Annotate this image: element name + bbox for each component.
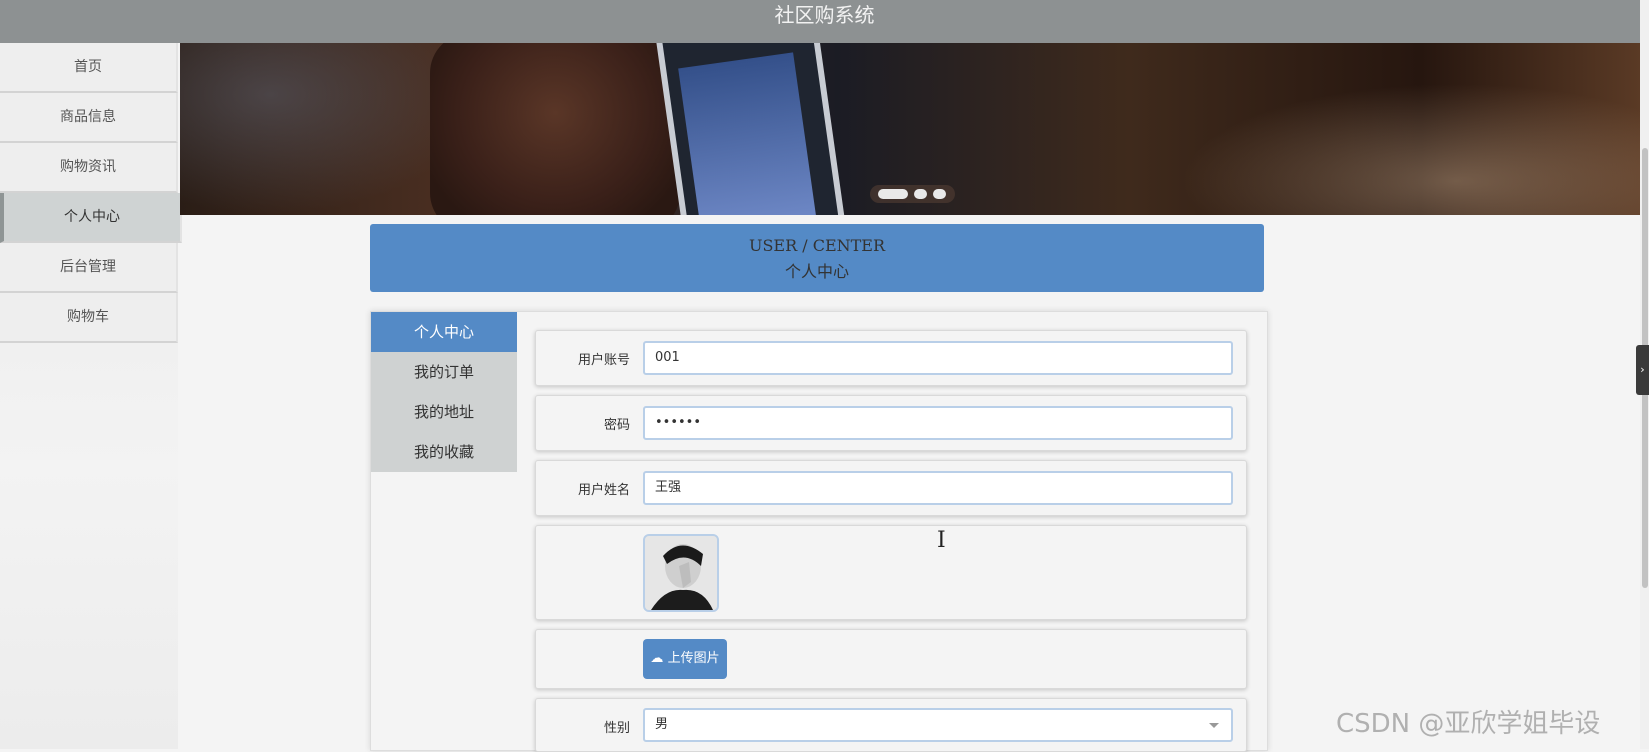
account-label: 用户账号 <box>577 353 630 368</box>
sidebar-item-home[interactable]: 首页 <box>0 43 178 93</box>
tab-my-favorites[interactable]: 我的收藏 <box>371 432 517 472</box>
form-row-name: 用户姓名 王强 <box>535 460 1247 516</box>
carousel-dot-3[interactable] <box>933 189 946 199</box>
gender-select[interactable]: 男 <box>643 708 1233 742</box>
carousel-indicators <box>870 185 955 203</box>
section-header-cn: 个人中心 <box>784 262 849 281</box>
form-row-gender: 性别 男 <box>535 698 1247 752</box>
password-input[interactable]: •••••• <box>643 406 1233 440</box>
carousel-dot-2[interactable] <box>914 189 927 199</box>
banner-phone-image <box>653 43 849 215</box>
name-input[interactable]: 王强 <box>643 471 1233 505</box>
banner-carousel[interactable] <box>180 43 1640 215</box>
section-header-en: USER / CENTER <box>748 236 886 255</box>
cloud-upload-icon: ☁ <box>650 651 664 666</box>
chevron-down-icon <box>1209 723 1219 728</box>
carousel-dot-1[interactable] <box>878 189 908 199</box>
gender-label: 性别 <box>603 721 630 736</box>
name-label: 用户姓名 <box>577 483 630 498</box>
side-panel-toggle[interactable]: › <box>1636 345 1649 395</box>
tab-my-address[interactable]: 我的地址 <box>371 392 517 432</box>
form-row-avatar <box>535 525 1247 620</box>
tab-personal-center[interactable]: 个人中心 <box>371 312 517 352</box>
account-input[interactable]: 001 <box>643 341 1233 375</box>
password-label: 密码 <box>603 418 630 433</box>
sidebar-nav: 首页 商品信息 购物资讯 个人中心 后台管理 购物车 <box>0 43 182 749</box>
gender-selected-value: 男 <box>655 717 669 732</box>
sidebar-item-admin[interactable]: 后台管理 <box>0 243 178 293</box>
upload-button-label: 上传图片 <box>667 651 720 666</box>
form-row-password: 密码 •••••• <box>535 395 1247 451</box>
upload-image-button[interactable]: ☁ 上传图片 <box>643 639 727 679</box>
sidebar-item-cart[interactable]: 购物车 <box>0 293 178 343</box>
form-row-upload: ☁ 上传图片 <box>535 629 1247 689</box>
user-center-panel: 个人中心 我的订单 我的地址 我的收藏 用户账号 001 密码 •••••• 用… <box>370 311 1268 752</box>
tab-my-orders[interactable]: 我的订单 <box>371 352 517 392</box>
sidebar-item-products[interactable]: 商品信息 <box>0 93 178 143</box>
section-header: USER / CENTER 个人中心 <box>370 224 1264 292</box>
user-center-tabs: 个人中心 我的订单 我的地址 我的收藏 <box>371 312 517 472</box>
sidebar-item-personal-center[interactable]: 个人中心 <box>0 193 182 243</box>
text-cursor-icon: I <box>937 528 946 553</box>
form-row-account: 用户账号 001 <box>535 330 1247 386</box>
app-title: 社区购系统 <box>774 3 875 27</box>
sidebar-item-news[interactable]: 购物资讯 <box>0 143 178 193</box>
banner-coffee-cup-image <box>430 43 680 215</box>
avatar-image <box>643 534 719 612</box>
app-title-bar: 社区购系统 <box>0 0 1649 43</box>
banner-light <box>1180 83 1640 215</box>
watermark-text: CSDN @亚欣学姐毕设 <box>1336 709 1601 739</box>
chevron-right-icon: › <box>1640 363 1645 376</box>
